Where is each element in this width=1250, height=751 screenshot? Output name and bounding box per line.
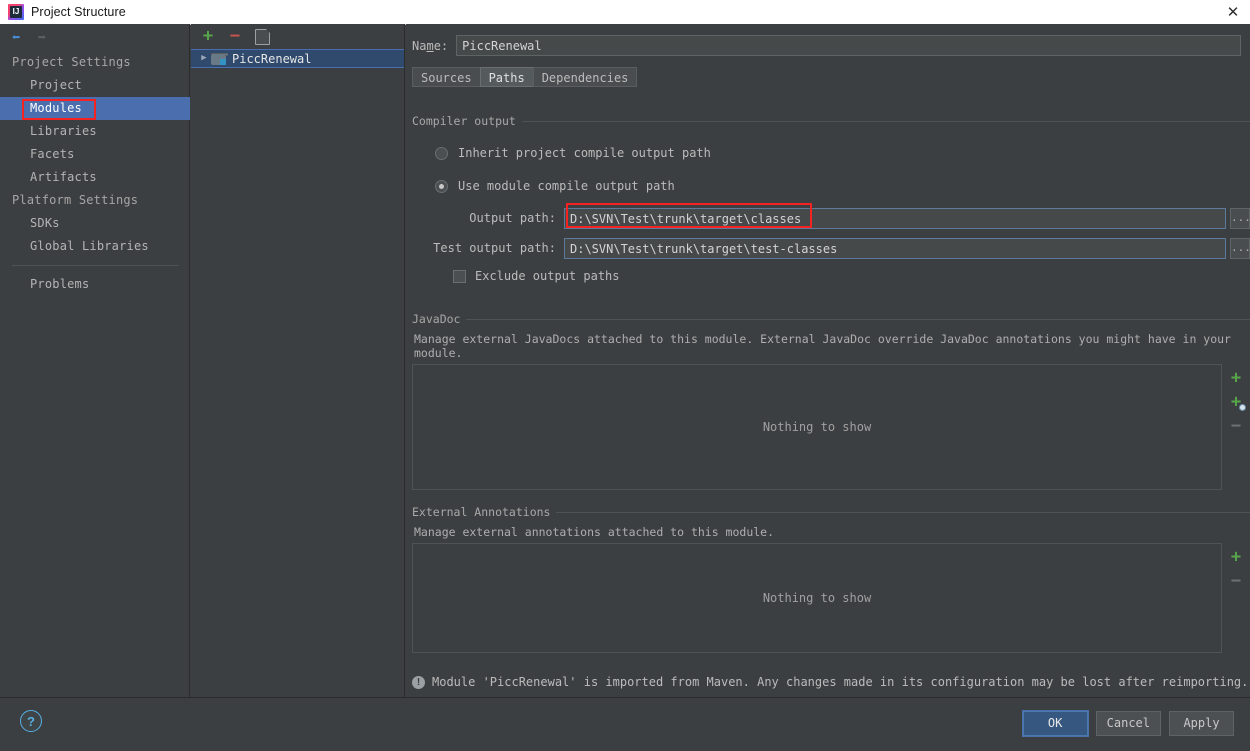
forward-arrow-icon: ➡ xyxy=(37,29,47,46)
sidebar-group-project-settings: Project Settings xyxy=(12,55,131,69)
output-path-label: Output path: xyxy=(469,211,556,225)
test-output-path-browse-button[interactable]: ... xyxy=(1230,237,1250,259)
sidebar-group-platform-settings: Platform Settings xyxy=(12,193,139,207)
intellij-idea-icon: IJ xyxy=(8,4,24,20)
javadoc-list-wrap: Nothing to show + + − xyxy=(412,364,1250,490)
sidebar-item-sdks[interactable]: SDKs xyxy=(0,212,189,235)
apply-button[interactable]: Apply xyxy=(1169,711,1234,736)
sidebar-item-modules[interactable]: Modules xyxy=(0,97,190,120)
external-annotations-list[interactable]: Nothing to show xyxy=(412,543,1222,653)
javadoc-add-url-icon[interactable]: + xyxy=(1228,393,1246,411)
javadoc-group: JavaDoc Manage external JavaDocs attache… xyxy=(412,312,1250,495)
module-tabs: Sources Paths Dependencies xyxy=(412,67,1250,87)
sidebar-divider xyxy=(12,265,179,266)
paths-tab-content: Compiler output Inherit project compile … xyxy=(412,114,1250,695)
external-annotations-empty-text: Nothing to show xyxy=(762,591,872,605)
output-path-browse-button[interactable]: ... xyxy=(1230,207,1250,229)
maven-import-note-text: Module 'PiccRenewal' is imported from Ma… xyxy=(432,675,1249,689)
radio-inherit-icon[interactable] xyxy=(435,146,448,160)
test-output-path-input[interactable]: D:\SVN\Test\trunk\target\test-classes xyxy=(564,237,1226,259)
sidebar-item-problems[interactable]: Problems xyxy=(0,273,189,296)
window-title: Project Structure xyxy=(31,5,126,19)
sidebar-item-project[interactable]: Project xyxy=(0,74,189,97)
sidebar-item-facets[interactable]: Facets xyxy=(0,143,189,166)
copy-module-icon[interactable] xyxy=(254,28,270,45)
test-output-path-row: Test output path: D:\SVN\Test\trunk\targ… xyxy=(412,236,1250,260)
back-arrow-icon[interactable]: ⬅ xyxy=(8,30,24,46)
module-tree-row[interactable]: ▶ PiccRenewal xyxy=(191,49,404,68)
exclude-output-paths-label: Exclude output paths xyxy=(475,269,620,283)
javadoc-remove-icon: − xyxy=(1230,415,1242,436)
module-name-row: Name: PiccRenewal xyxy=(406,24,1250,56)
external-annotations-group: External Annotations Manage external ann… xyxy=(412,505,1250,671)
compiler-output-group-title: Compiler output xyxy=(412,114,522,128)
javadoc-empty-text: Nothing to show xyxy=(762,420,872,434)
output-path-row: Output path: D:\SVN\Test\trunk\target\cl… xyxy=(412,206,1250,230)
tab-sources[interactable]: Sources xyxy=(412,67,480,87)
settings-sidebar: ⬅ ➡ Project Settings Project Modules Lib… xyxy=(0,24,190,697)
cancel-button[interactable]: Cancel xyxy=(1095,711,1161,736)
remove-module-icon[interactable]: − xyxy=(227,28,243,45)
help-button[interactable]: ? xyxy=(20,710,42,732)
module-name-input[interactable]: PiccRenewal xyxy=(456,35,1241,56)
close-icon[interactable]: ✕ xyxy=(1216,0,1250,24)
external-annotations-actions: + − xyxy=(1222,543,1250,653)
module-settings-panel: Name: PiccRenewal Sources Paths Dependen… xyxy=(406,24,1250,697)
dialog-buttons: OK Cancel Apply xyxy=(1021,710,1234,737)
expander-icon[interactable]: ▶ xyxy=(197,54,211,63)
external-annotations-group-title: External Annotations xyxy=(412,505,557,519)
exclude-output-paths-option[interactable]: Exclude output paths xyxy=(412,265,1250,287)
javadoc-add-icon[interactable]: + xyxy=(1228,369,1244,386)
sidebar-navigation: ⬅ ➡ xyxy=(0,24,189,51)
javadoc-actions: + + − xyxy=(1222,364,1250,490)
sidebar-item-global-libraries[interactable]: Global Libraries xyxy=(0,235,189,258)
checkbox-exclude-output-icon[interactable] xyxy=(453,269,466,283)
module-name-field-label: Name: xyxy=(412,38,449,53)
title-bar: IJ Project Structure ✕ xyxy=(0,0,1250,25)
tab-dependencies[interactable]: Dependencies xyxy=(532,67,638,87)
use-module-output-path-label: Use module compile output path xyxy=(458,179,675,193)
sidebar-item-libraries[interactable]: Libraries xyxy=(0,120,189,143)
inherit-output-path-option[interactable]: Inherit project compile output path xyxy=(412,142,1250,164)
inherit-output-path-label: Inherit project compile output path xyxy=(458,146,711,160)
add-module-icon[interactable]: + xyxy=(200,28,216,45)
use-module-output-path-option[interactable]: Use module compile output path xyxy=(412,175,1250,197)
dialog-footer: ? OK Cancel Apply xyxy=(0,697,1250,751)
globe-badge-icon xyxy=(1239,404,1246,411)
javadoc-group-title: JavaDoc xyxy=(412,312,467,326)
sidebar-item-artifacts[interactable]: Artifacts xyxy=(0,166,189,189)
compiler-output-group: Compiler output Inherit project compile … xyxy=(412,114,1250,302)
module-name-label: PiccRenewal xyxy=(232,51,312,66)
modules-toolbar: + − xyxy=(191,24,404,49)
ok-button[interactable]: OK xyxy=(1021,710,1089,737)
javadoc-list[interactable]: Nothing to show xyxy=(412,364,1222,490)
radio-use-module-icon[interactable] xyxy=(435,179,448,193)
tab-paths[interactable]: Paths xyxy=(479,67,533,87)
output-path-input[interactable]: D:\SVN\Test\trunk\target\classes xyxy=(564,207,1226,229)
modules-tree-panel: + − ▶ PiccRenewal xyxy=(191,24,405,697)
external-annotations-add-icon[interactable]: + xyxy=(1228,548,1244,565)
maven-import-note: ! Module 'PiccRenewal' is imported from … xyxy=(412,675,1248,689)
project-structure-dialog: IJ Project Structure ✕ ⬅ ➡ Project Setti… xyxy=(0,0,1250,751)
external-annotations-list-wrap: Nothing to show + − xyxy=(412,543,1250,653)
external-annotations-remove-icon: − xyxy=(1230,570,1242,591)
test-output-path-label: Test output path: xyxy=(433,241,556,255)
javadoc-description: Manage external JavaDocs attached to thi… xyxy=(414,332,1231,360)
module-folder-icon xyxy=(211,52,228,65)
info-icon: ! xyxy=(412,675,425,689)
